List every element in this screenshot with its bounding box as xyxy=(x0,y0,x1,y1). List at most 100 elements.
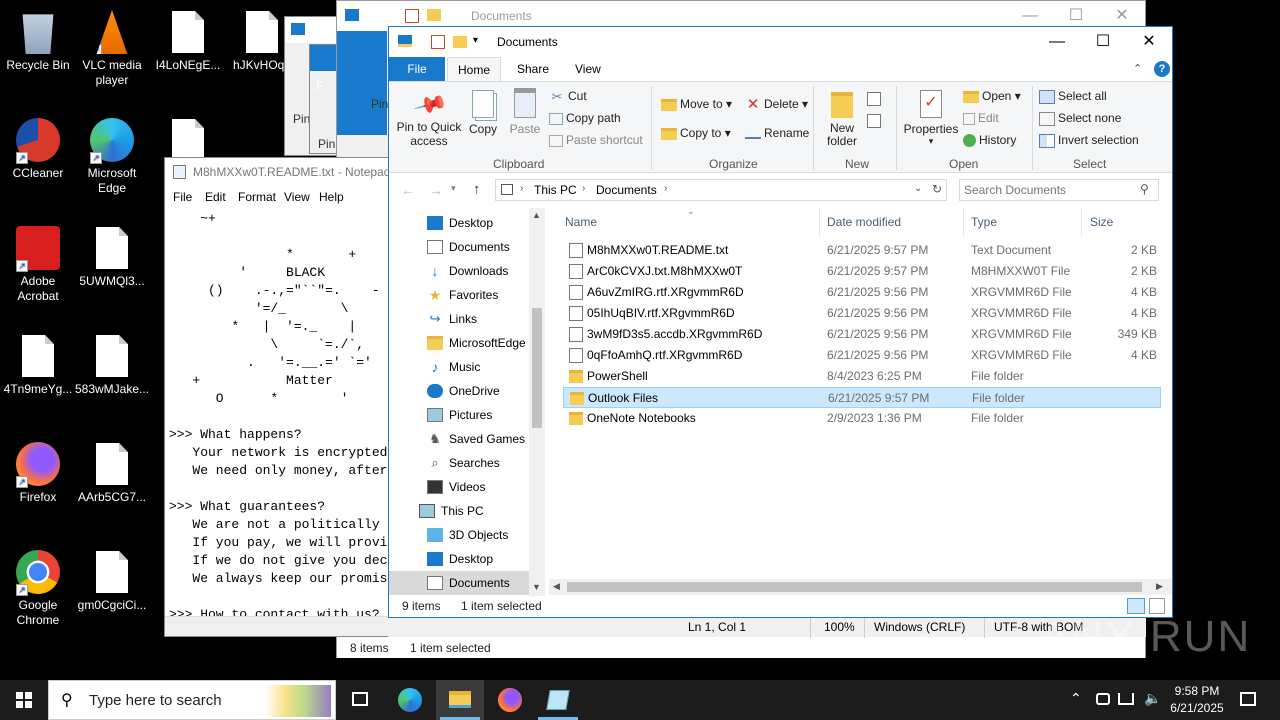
up-arrow-icon[interactable]: ↑ xyxy=(473,181,481,198)
delete-button[interactable]: ✕ Delete ▾ xyxy=(745,97,808,113)
copy-path-button[interactable]: Copy path xyxy=(549,111,621,125)
tab-share[interactable]: Share xyxy=(507,57,559,81)
taskbar-search-box[interactable]: ⚲ Type here to search xyxy=(48,680,336,720)
new-folder-button[interactable]: New folder xyxy=(821,88,863,148)
column-name[interactable]: Name xyxy=(565,208,597,236)
meet-now-icon[interactable] xyxy=(1096,693,1110,705)
menu-view[interactable]: View xyxy=(284,190,310,204)
desktop-icon-16[interactable]: ↗ Google Chrome xyxy=(0,550,76,628)
select-none-button[interactable]: Select none xyxy=(1039,111,1121,126)
paste-button[interactable]: Paste xyxy=(505,88,545,136)
open-button[interactable]: Open ▾ xyxy=(963,89,1021,103)
select-all-button[interactable]: Select all xyxy=(1039,89,1107,104)
network-icon[interactable] xyxy=(1118,693,1134,705)
back-arrow-icon[interactable]: ← xyxy=(401,182,415,198)
desktop-icon-2[interactable]: I4LoNEgE... xyxy=(150,10,226,73)
file-row[interactable]: M8hMXXw0T.README.txt 6/21/2025 9:57 PM Tex… xyxy=(563,240,1161,261)
taskbar-edge[interactable] xyxy=(386,680,434,720)
refresh-icon[interactable]: ↻ xyxy=(932,182,942,196)
scroll-right-icon[interactable]: ▶ xyxy=(1156,581,1163,592)
invert-selection-button[interactable]: Invert selection xyxy=(1039,133,1139,148)
copy-to-button[interactable]: Copy to ▾ xyxy=(661,126,731,140)
edit-button[interactable]: Edit xyxy=(963,111,999,125)
desktop-icon-5[interactable]: ↗ Microsoft Edge xyxy=(74,118,150,196)
column-size[interactable]: Size xyxy=(1090,208,1113,236)
paste-shortcut-button[interactable]: Paste shortcut xyxy=(549,133,643,147)
notepad-window[interactable]: M8hMXXw0T.README.txt - Notepad File Edit F… xyxy=(164,157,394,637)
desktop-icon-10[interactable]: 4Tn9meYg... xyxy=(0,334,76,397)
file-list[interactable]: ⌄ Name Date modified Type Size M8hMXXw0T… xyxy=(389,206,1172,596)
copy-button[interactable]: Copy xyxy=(465,88,501,136)
file-row[interactable]: 05IhUqBIV.rtf.XRgvmmR6D 6/21/2025 9:56 PM… xyxy=(563,303,1161,324)
tab-view[interactable]: View xyxy=(565,57,611,81)
minimize-ribbon-icon[interactable]: ⌃ xyxy=(1133,62,1142,75)
address-dropdown-icon[interactable]: ⌄ xyxy=(914,183,922,194)
help-icon[interactable]: ? xyxy=(1154,61,1170,77)
minimize-button[interactable]: — xyxy=(1034,27,1080,57)
file-size: 2 KB xyxy=(1130,264,1157,278)
file-row[interactable]: 0qFfoAmhQ.rtf.XRgvmmR6D 6/21/2025 9:56 PM… xyxy=(563,345,1161,366)
file-row[interactable]: 3wM9fD3s5.accdb.XRgvmmR6D 6/21/2025 9:56 … xyxy=(563,324,1161,345)
history-button[interactable]: History xyxy=(963,133,1016,148)
horizontal-scroll-thumb[interactable] xyxy=(567,582,1142,592)
file-row[interactable]: PowerShell 8/4/2023 6:25 PM File folder xyxy=(563,366,1161,387)
menu-edit[interactable]: Edit xyxy=(205,190,226,204)
tab-home[interactable]: Home xyxy=(447,57,502,81)
desktop-icon-14[interactable]: AArb5CG7... xyxy=(74,442,150,505)
new-folder-quick-icon[interactable] xyxy=(453,36,467,48)
customize-chevron-icon[interactable]: ▾ xyxy=(473,35,478,46)
desktop-icon-17[interactable]: gm0CgciCi... xyxy=(74,550,150,613)
properties-button[interactable]: ✓ Properties ▾ xyxy=(901,88,961,147)
desktop-icon-13[interactable]: ↗ Firefox xyxy=(0,442,76,505)
search-input[interactable] xyxy=(964,182,1134,198)
taskbar-notepad[interactable] xyxy=(534,680,582,720)
properties-quick-icon[interactable] xyxy=(431,35,445,49)
file-icon xyxy=(172,11,204,53)
column-type[interactable]: Type xyxy=(971,208,997,236)
breadcrumb-documents[interactable]: Documents xyxy=(596,183,657,197)
recent-locations-icon[interactable]: ▾ xyxy=(451,183,456,194)
menu-file[interactable]: File xyxy=(173,190,192,204)
taskbar-file-explorer[interactable] xyxy=(436,680,484,720)
forward-arrow-icon[interactable]: → xyxy=(429,182,443,198)
rename-button[interactable]: Rename xyxy=(745,126,809,140)
status-eol: Windows (CRLF) xyxy=(874,620,966,634)
menu-format[interactable]: Format xyxy=(238,190,276,204)
explorer-titlebar[interactable]: ▾ Documents — ☐ ✕ xyxy=(389,27,1172,57)
cut-button[interactable]: ✂ Cut xyxy=(549,89,587,105)
explorer-window[interactable]: ▾ Documents — ☐ ✕ File Home Share View ⌃… xyxy=(388,26,1173,618)
notification-icon[interactable] xyxy=(1240,692,1256,706)
file-row[interactable]: ArC0kCVXJ.txt.M8hMXXw0T 6/21/2025 9:57 PM… xyxy=(563,261,1161,282)
pin-quick-access-button[interactable]: 📌 Pin to Quick access xyxy=(393,87,465,158)
desktop-icon-1[interactable]: ↗ VLC media player xyxy=(74,10,150,88)
notepad-text-area[interactable]: ~+ * + ' BLACK () .-.,="``"=. - '=/_ \ *… xyxy=(169,210,393,618)
desktop-icon-7[interactable]: ↗ Adobe Acrobat xyxy=(0,226,76,304)
new-item-icon[interactable] xyxy=(867,92,881,106)
tab-file[interactable]: File xyxy=(389,57,445,81)
show-hidden-icons[interactable]: ⌃ xyxy=(1070,690,1082,707)
close-button[interactable]: ✕ xyxy=(1126,27,1172,57)
file-row[interactable]: A6uvZmIRG.rtf.XRgvmmR6D 6/21/2025 9:56 PM… xyxy=(563,282,1161,303)
address-bar[interactable]: › This PC › Documents › ⌄ ↻ xyxy=(495,179,947,201)
desktop-icon-8[interactable]: 5UWMQl3... xyxy=(74,226,150,289)
start-button[interactable] xyxy=(0,680,48,720)
desktop-icon-11[interactable]: 583wMJake... xyxy=(74,334,150,397)
file-row[interactable]: Outlook Files 6/21/2025 9:57 PM File folde… xyxy=(563,387,1161,408)
taskbar-firefox[interactable] xyxy=(486,680,534,720)
clock[interactable]: 9:58 PM 6/21/2025 xyxy=(1166,683,1228,717)
search-box[interactable]: ⚲ xyxy=(959,179,1159,201)
column-date-modified[interactable]: Date modified xyxy=(827,208,901,236)
menu-help[interactable]: Help xyxy=(319,190,344,204)
easy-access-icon[interactable] xyxy=(867,114,881,128)
desktop-icon-0[interactable]: Recycle Bin xyxy=(0,10,76,73)
volume-icon[interactable]: 🔈 xyxy=(1144,690,1161,707)
maximize-button[interactable]: ☐ xyxy=(1080,27,1126,57)
file-icon xyxy=(96,443,128,485)
desktop-icon-4[interactable]: ↗ CCleaner xyxy=(0,118,76,181)
move-to-button[interactable]: Move to ▾ xyxy=(661,97,732,111)
breadcrumb-this-pc[interactable]: This PC xyxy=(534,183,577,197)
file-row[interactable]: OneNote Notebooks 2/9/2023 1:36 PM File fo… xyxy=(563,408,1161,429)
scroll-left-icon[interactable]: ◀ xyxy=(553,581,560,592)
horizontal-scrollbar[interactable]: ◀ ▶ xyxy=(549,579,1172,595)
task-view-button[interactable] xyxy=(336,680,384,720)
